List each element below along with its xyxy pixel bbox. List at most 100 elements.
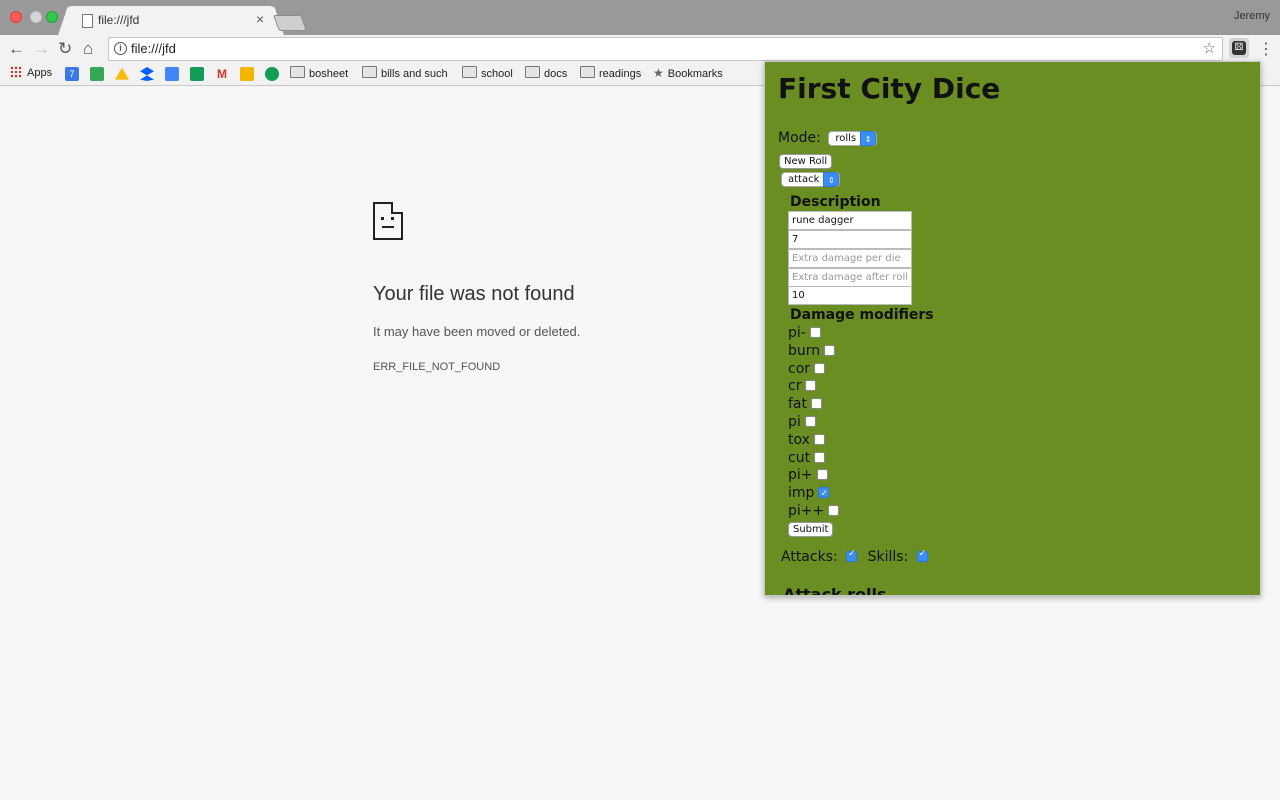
modifier-label: cr <box>788 378 802 395</box>
roll-type-select[interactable]: attack ⇕ <box>781 172 841 187</box>
new-roll-button[interactable]: New Roll <box>779 154 833 169</box>
modifier-label: fat <box>788 396 807 413</box>
browser-tab[interactable]: file:///jfd × <box>58 6 284 35</box>
damage-modifiers-heading: Damage modifiers <box>790 307 934 323</box>
modifier-row: tox <box>788 431 825 449</box>
extra-damage-after-roll-input[interactable] <box>788 268 912 287</box>
dropbox-icon[interactable] <box>140 67 154 81</box>
modifier-checkbox[interactable] <box>816 469 828 481</box>
modifier-row: cut <box>788 449 826 467</box>
select-arrows-icon: ⇕ <box>860 130 877 146</box>
error-title: Your file was not found <box>373 283 575 305</box>
bookmark-readings[interactable]: readings <box>580 66 641 80</box>
modifier-label: pi- <box>788 325 806 341</box>
modifier-checkbox[interactable] <box>813 433 825 445</box>
filter-toggles: Attacks: Skills: <box>781 549 928 565</box>
modifier-label: pi <box>788 414 801 430</box>
skills-checkbox[interactable] <box>916 549 928 562</box>
address-bar[interactable]: i file:///jfd ☆ <box>108 37 1223 61</box>
home-icon[interactable]: ⌂ <box>83 38 93 60</box>
attacks-label: Attacks: <box>781 549 838 565</box>
mode-select[interactable]: rolls ⇕ <box>828 130 878 146</box>
tab-title: file:///jfd <box>98 13 140 27</box>
description-heading: Description <box>790 194 881 210</box>
folder-icon <box>290 66 305 78</box>
mode-label: Mode: <box>778 130 821 146</box>
description-input[interactable] <box>788 211 912 230</box>
modifier-label: imp <box>788 485 815 502</box>
close-window-button[interactable] <box>10 11 22 23</box>
modifier-checkbox[interactable] <box>811 398 822 410</box>
folder-icon <box>362 66 377 78</box>
browser-menu-icon[interactable]: ⋮ <box>1258 39 1274 59</box>
tab-close-icon[interactable]: × <box>256 11 264 27</box>
modifier-label: cor <box>788 360 811 377</box>
dice-extension-button[interactable]: ⚄ <box>1229 38 1249 58</box>
modifier-row: pi+ <box>788 466 828 484</box>
modifier-label: burn <box>788 342 821 359</box>
bookmark-bookmarks[interactable]: ★ Bookmarks <box>653 66 723 80</box>
folder-icon <box>462 66 477 78</box>
forward-icon[interactable]: → <box>33 38 50 60</box>
modifier-checkbox[interactable] <box>809 327 821 338</box>
hangouts-icon[interactable] <box>265 67 279 81</box>
bookmark-star-icon[interactable]: ☆ <box>1203 39 1216 57</box>
dice-icon: ⚄ <box>1232 41 1246 55</box>
error-subtitle: It may have been moved or deleted. <box>373 324 581 339</box>
folder-icon <box>525 66 540 78</box>
modifier-checkbox[interactable] <box>814 451 826 463</box>
modifier-row: pi <box>788 413 816 431</box>
back-icon[interactable]: ← <box>8 38 25 60</box>
modifier-row: fat <box>788 395 822 413</box>
attacks-checkbox[interactable] <box>846 549 858 562</box>
document-icon <box>82 14 93 28</box>
modifier-row: burn <box>788 342 836 360</box>
modifier-row: cor <box>788 360 826 378</box>
modifier-row: pi- <box>788 324 821 342</box>
popup-title: First City Dice <box>778 72 1001 105</box>
modifier-checkbox[interactable] <box>824 344 836 356</box>
bookmark-bills[interactable]: bills and such <box>362 66 448 80</box>
attack-rolls-heading: Attack rolls <box>783 585 887 596</box>
apps-grid-icon <box>10 66 22 78</box>
submit-button[interactable]: Submit <box>788 522 834 537</box>
modifier-checkbox[interactable] <box>805 380 817 392</box>
bookmark-docs[interactable]: docs <box>525 66 567 80</box>
modifier-label: pi+ <box>788 467 813 484</box>
error-code: ERR_FILE_NOT_FOUND <box>373 361 501 373</box>
modifier-checkbox[interactable] <box>804 416 816 427</box>
modifier-checkbox[interactable] <box>814 362 826 374</box>
maps-icon[interactable] <box>90 67 104 81</box>
bookmark-school[interactable]: school <box>462 66 513 80</box>
modifier-label: pi++ <box>788 503 825 519</box>
calendar-icon[interactable]: 7 <box>65 67 79 81</box>
star-icon: ★ <box>653 66 664 80</box>
keep-icon[interactable] <box>240 67 254 81</box>
dice-count-input[interactable] <box>788 230 912 249</box>
mode-row: Mode: rolls ⇕ <box>778 130 878 146</box>
skills-label: Skills: <box>867 549 909 565</box>
new-tab-button[interactable] <box>273 15 307 31</box>
gmail-icon[interactable]: M <box>215 67 229 81</box>
modifier-row: imp <box>788 484 830 503</box>
minimize-window-button[interactable] <box>30 11 42 23</box>
url-text[interactable]: file:///jfd <box>131 41 176 56</box>
select-arrows-icon: ⇕ <box>823 172 840 187</box>
value-input[interactable] <box>788 286 912 305</box>
docs-icon[interactable] <box>165 67 179 81</box>
bookmark-bosheet[interactable]: bosheet <box>290 66 348 80</box>
modifier-checkbox[interactable] <box>818 485 830 503</box>
modifier-checkbox[interactable] <box>828 505 840 516</box>
modifier-label: tox <box>788 431 810 448</box>
zoom-window-button[interactable] <box>46 11 58 23</box>
drive-icon[interactable] <box>115 67 129 80</box>
sad-file-icon <box>373 202 403 240</box>
modifier-row: pi++ <box>788 502 840 520</box>
sheets-icon[interactable] <box>190 67 204 81</box>
bookmark-apps[interactable]: Apps <box>10 66 52 79</box>
profile-name[interactable]: Jeremy <box>1234 10 1270 22</box>
folder-icon <box>580 66 595 78</box>
info-icon[interactable]: i <box>114 42 127 55</box>
extra-damage-per-die-input[interactable] <box>788 249 912 268</box>
reload-icon[interactable]: ↻ <box>58 38 72 60</box>
